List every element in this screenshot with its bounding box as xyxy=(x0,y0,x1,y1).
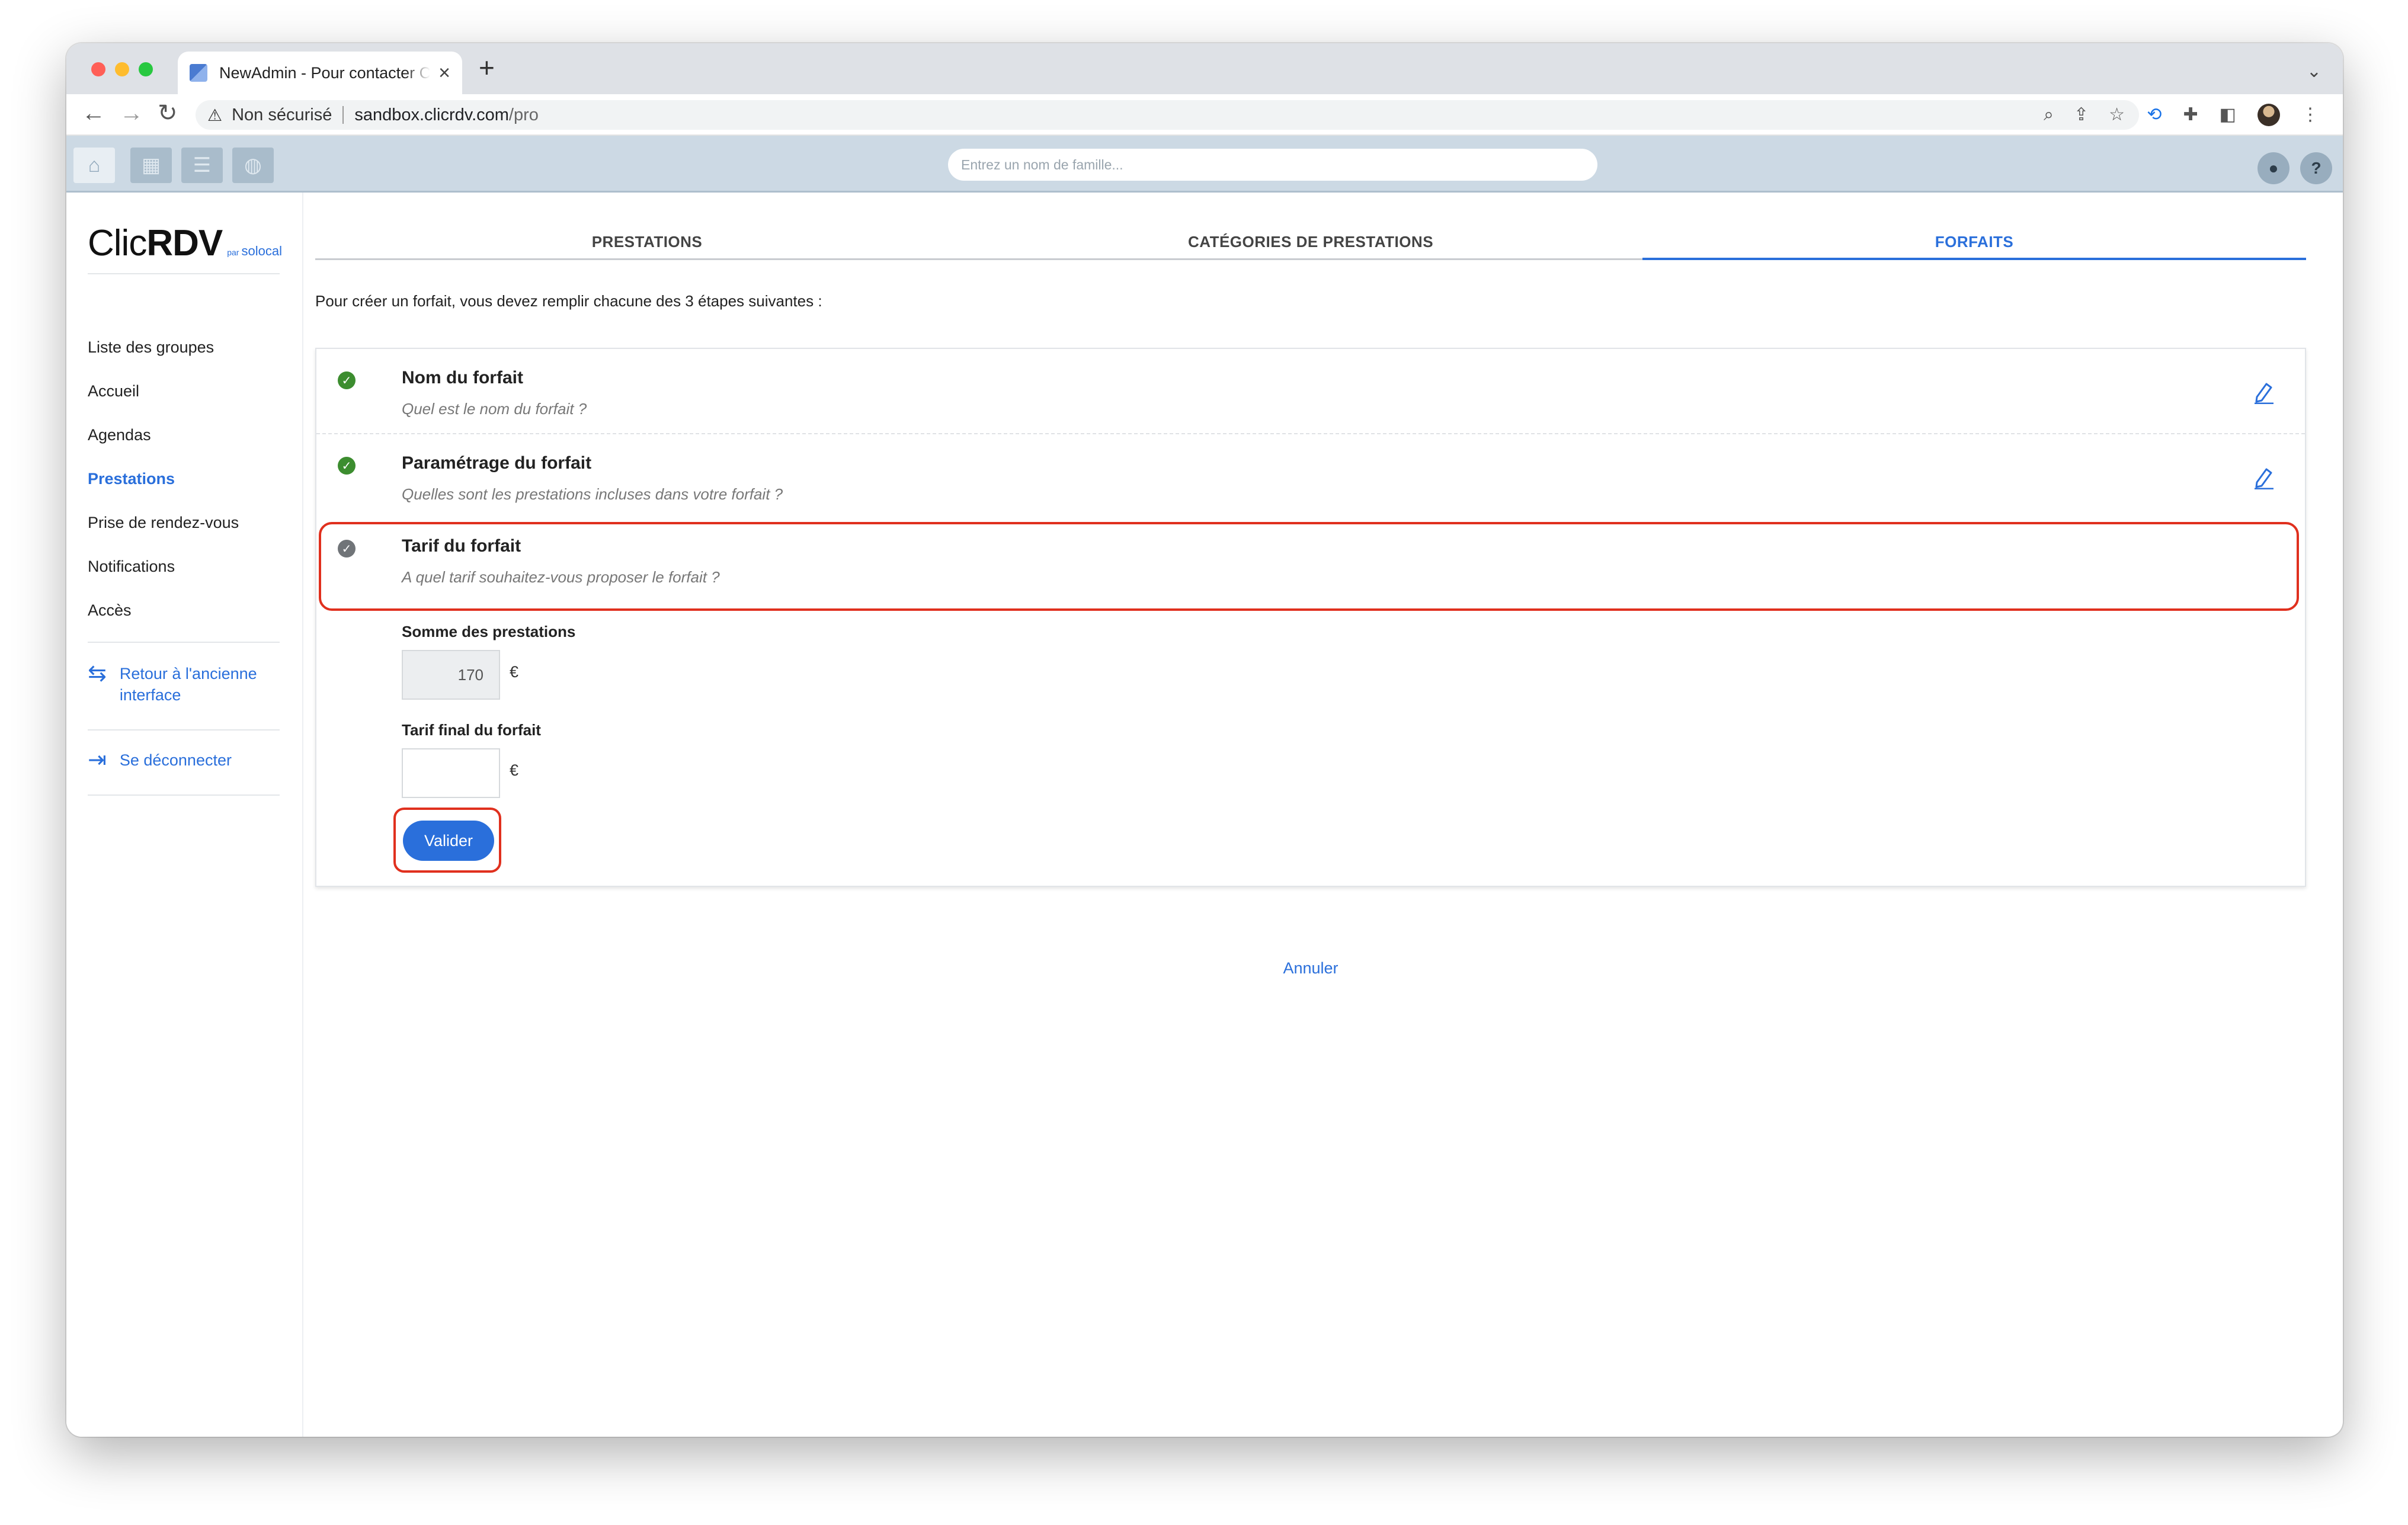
final-price-input[interactable] xyxy=(402,748,500,798)
validate-button[interactable]: Valider xyxy=(403,821,494,861)
new-tab-icon[interactable]: + xyxy=(479,54,495,81)
back-old-interface-label: Retour à l'ancienne interface xyxy=(119,665,257,704)
sidebar-item-accueil[interactable]: Accueil xyxy=(88,382,139,401)
sidebar-item-agendas[interactable]: Agendas xyxy=(88,426,151,444)
step-tarif: ✓ Tarif du forfait A quel tarif souhaite… xyxy=(316,517,2305,601)
highlight-validate: Valider xyxy=(393,808,501,873)
warning-icon: ⚠ xyxy=(207,105,223,124)
clicrdv-logo[interactable]: Clic RDV par solocal xyxy=(88,222,282,264)
share-icon[interactable]: ⇪ xyxy=(2074,106,2089,124)
edit-pencil-icon[interactable] xyxy=(2249,377,2279,407)
currency-label: € xyxy=(510,761,519,779)
currency-label: € xyxy=(510,663,519,681)
step-title: Paramétrage du forfait xyxy=(402,453,592,473)
browser-tab[interactable]: NewAdmin - Pour contacter ClicRDV × xyxy=(178,52,462,94)
step-nom: ✓ Nom du forfait Quel est le nom du forf… xyxy=(316,349,2305,433)
favicon-icon xyxy=(190,64,207,82)
url-host: sandbox.clicrdv.com xyxy=(354,105,509,124)
main-content: PRESTATIONS CATÉGORIES DE PRESTATIONS FO… xyxy=(315,193,2306,1437)
browser-window: NewAdmin - Pour contacter ClicRDV × + ⌄ … xyxy=(66,43,2343,1437)
calendar-icon[interactable]: ▦ xyxy=(130,148,172,183)
sum-label: Somme des prestations xyxy=(402,623,576,640)
logo-solocal: solocal xyxy=(241,244,282,258)
bookmark-star-icon[interactable]: ☆ xyxy=(2109,106,2125,124)
list-icon[interactable]: ☰ xyxy=(181,148,223,183)
close-window-button[interactable] xyxy=(91,62,105,76)
cancel-link[interactable]: Annuler xyxy=(315,959,2306,978)
sum-field: 170 xyxy=(402,650,500,700)
tab-search-chevron-icon[interactable]: ⌄ xyxy=(2307,61,2321,82)
more-menu-icon[interactable]: ⋮ xyxy=(2301,106,2319,124)
step-title: Tarif du forfait xyxy=(402,536,521,556)
step-subtitle: Quel est le nom du forfait ? xyxy=(402,400,587,418)
step-title: Nom du forfait xyxy=(402,368,523,387)
check-circle-icon: ✓ xyxy=(338,457,356,475)
browser-tabbar: NewAdmin - Pour contacter ClicRDV × + ⌄ xyxy=(66,43,2343,94)
address-bar[interactable]: ⚠ Non sécurisé sandbox.clicrdv.com/pro ⌕… xyxy=(196,100,2139,130)
close-tab-icon[interactable]: × xyxy=(438,63,450,83)
step-subtitle: Quelles sont les prestations incluses da… xyxy=(402,485,783,503)
forfait-steps-card: ✓ Nom du forfait Quel est le nom du forf… xyxy=(315,348,2306,887)
zoom-icon[interactable]: ⌕ xyxy=(2044,106,2054,124)
sidebar-divider xyxy=(88,273,280,274)
app-header: ⌂ ▦ ☰ ◍ ● ? xyxy=(66,136,2343,193)
logo-rdv: RDV xyxy=(146,223,223,264)
pending-check-icon: ✓ xyxy=(338,540,356,558)
url-path: /pro xyxy=(508,105,539,124)
sidebar-divider xyxy=(88,642,280,643)
globe-icon[interactable]: ◍ xyxy=(232,148,274,183)
maximize-window-button[interactable] xyxy=(139,62,153,76)
profile-avatar[interactable] xyxy=(2258,104,2280,126)
back-old-interface-link[interactable]: ⇆ Retour à l'ancienne interface xyxy=(88,661,283,706)
sidebar: Clic RDV par solocal Liste des groupes Ac… xyxy=(66,193,303,1437)
sidebar-item-prestations[interactable]: Prestations xyxy=(88,470,175,488)
logo-clic: Clic xyxy=(88,223,147,264)
logo-by: par xyxy=(227,248,239,257)
user-icon[interactable]: ● xyxy=(2258,152,2289,184)
minimize-window-button[interactable] xyxy=(115,62,129,76)
tab-title: NewAdmin - Pour contacter ClicRDV xyxy=(219,63,431,82)
tab-prestations[interactable]: PRESTATIONS xyxy=(315,228,979,258)
browser-toolbar: ← → ↻ ⚠ Non sécurisé sandbox.clicrdv.com… xyxy=(66,94,2343,136)
intro-text: Pour créer un forfait, vous devez rempli… xyxy=(315,292,822,310)
sidebar-divider xyxy=(88,729,280,731)
step-parametrage: ✓ Paramétrage du forfait Quelles sont le… xyxy=(316,433,2305,517)
final-price-label: Tarif final du forfait xyxy=(402,721,541,739)
forward-arrow-icon[interactable]: → xyxy=(120,101,143,125)
logout-icon: ⇥ xyxy=(88,748,107,773)
puzzle-icon[interactable]: ✚ xyxy=(2183,106,2198,124)
sidebar-item-acces[interactable]: Accès xyxy=(88,601,132,620)
logout-link[interactable]: ⇥ Se déconnecter xyxy=(88,749,232,771)
sidebar-divider xyxy=(88,794,280,796)
family-search-input[interactable] xyxy=(948,149,1597,181)
tab-forfaits[interactable]: FORFAITS xyxy=(1642,228,2306,260)
home-icon[interactable]: ⌂ xyxy=(73,148,115,183)
extension-sync-icon[interactable]: ⟲ xyxy=(2147,106,2162,124)
address-separator xyxy=(342,106,344,124)
not-secure-label: Non sécurisé xyxy=(232,105,332,124)
sidebar-item-prise-rdv[interactable]: Prise de rendez-vous xyxy=(88,514,239,532)
swap-arrows-icon: ⇆ xyxy=(88,661,107,686)
step-subtitle: A quel tarif souhaitez-vous proposer le … xyxy=(402,568,720,586)
reload-icon[interactable]: ↻ xyxy=(158,101,178,125)
help-icon[interactable]: ? xyxy=(2300,152,2332,184)
back-arrow-icon[interactable]: ← xyxy=(82,101,105,125)
sidebar-item-notifications[interactable]: Notifications xyxy=(88,558,175,576)
tab-categories[interactable]: CATÉGORIES DE PRESTATIONS xyxy=(979,228,1642,258)
content-tabs: PRESTATIONS CATÉGORIES DE PRESTATIONS FO… xyxy=(315,228,2306,260)
logout-label: Se déconnecter xyxy=(119,751,232,769)
edit-pencil-icon[interactable] xyxy=(2249,463,2279,492)
check-circle-icon: ✓ xyxy=(338,371,356,389)
sidepanel-icon[interactable]: ◧ xyxy=(2220,106,2236,124)
sidebar-item-groups[interactable]: Liste des groupes xyxy=(88,338,214,357)
